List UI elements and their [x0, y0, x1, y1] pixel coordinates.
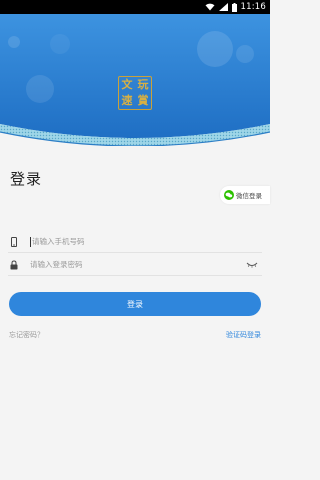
- wifi-icon: [205, 3, 214, 11]
- lock-icon: [8, 259, 20, 271]
- eye-closed-icon[interactable]: [246, 261, 258, 269]
- logo-char: 玩: [137, 78, 149, 91]
- wechat-login-label: 微信登录: [236, 192, 262, 200]
- phone-icon: [8, 236, 20, 248]
- logo-char: 賞: [137, 94, 149, 107]
- forgot-password-link[interactable]: 忘记密码？: [9, 330, 44, 340]
- phone-field: [8, 231, 262, 253]
- page-title: 登录: [10, 170, 43, 188]
- login-button[interactable]: 登录: [9, 292, 261, 316]
- logo-char: 文: [121, 78, 133, 91]
- status-time: 11:16: [240, 2, 266, 12]
- signal-icon: [218, 3, 228, 11]
- sms-login-link[interactable]: 验证码登录: [226, 330, 261, 340]
- password-field: [8, 254, 262, 276]
- logo-char: 速: [121, 94, 133, 107]
- app-logo: 文 玩 速 賞: [118, 76, 152, 110]
- phone-input[interactable]: [32, 232, 262, 251]
- password-input[interactable]: [30, 255, 246, 274]
- battery-icon: [231, 2, 237, 12]
- text-cursor: [30, 236, 31, 247]
- status-bar: 11:16: [0, 0, 270, 14]
- wechat-icon: [224, 190, 234, 200]
- header-banner: 文 玩 速 賞: [0, 14, 270, 146]
- wechat-login-button[interactable]: 微信登录: [220, 186, 270, 204]
